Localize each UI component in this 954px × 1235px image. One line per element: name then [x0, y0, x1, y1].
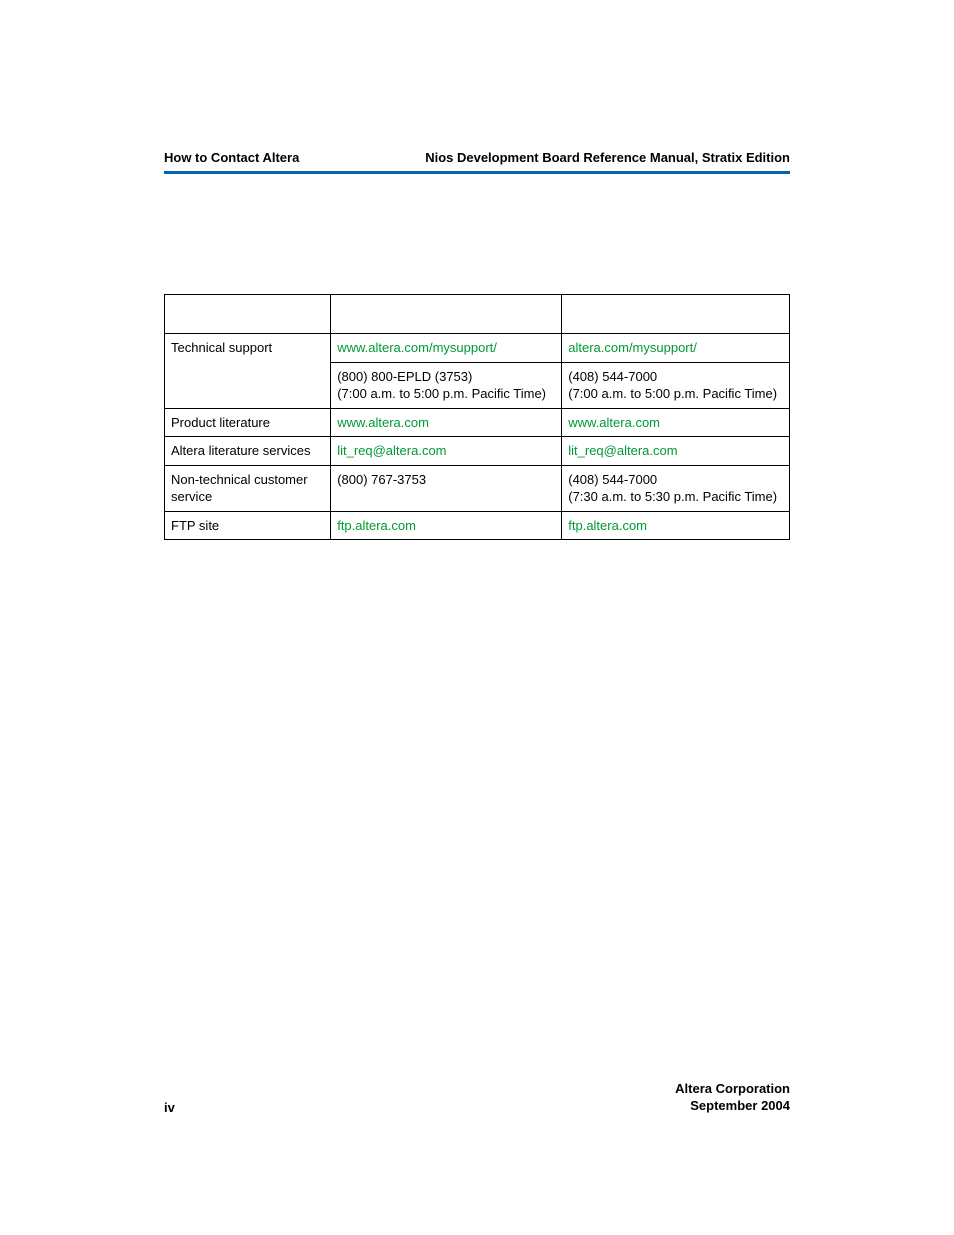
header-section-title: How to Contact Altera [164, 150, 299, 165]
link-mysupport-short[interactable]: altera.com/mysupport/ [568, 340, 697, 355]
link-litreq-2[interactable]: lit_req@altera.com [568, 443, 677, 458]
cell-label-line2: service [171, 489, 212, 504]
cell-value: lit_req@altera.com [331, 437, 562, 466]
cell-label-empty [165, 362, 331, 408]
cell-value: www.altera.com [331, 408, 562, 437]
cell-label: Altera literature services [165, 437, 331, 466]
cell-label-line1: Non-technical customer [171, 472, 308, 487]
footer-company: Altera Corporation [675, 1081, 790, 1096]
cell-value: www.altera.com/mysupport/ [331, 334, 562, 363]
table-row: Non-technical customer service (800) 767… [165, 465, 790, 511]
cell-label: Technical support [165, 334, 331, 363]
footer-date: September 2004 [690, 1098, 790, 1113]
phone-intl: (408) 544-7000 [568, 369, 657, 384]
table-row: FTP site ftp.altera.com ftp.altera.com [165, 511, 790, 540]
cell-value: (408) 544-7000 (7:00 a.m. to 5:00 p.m. P… [562, 362, 790, 408]
link-altera-1[interactable]: www.altera.com [337, 415, 429, 430]
phone-hours: (7:00 a.m. to 5:00 p.m. Pacific Time) [568, 386, 777, 401]
table-header-row [165, 295, 790, 334]
cell-value: ftp.altera.com [562, 511, 790, 540]
cell-value: (800) 800-EPLD (3753) (7:00 a.m. to 5:00… [331, 362, 562, 408]
phone-hours: (7:30 a.m. to 5:30 p.m. Pacific Time) [568, 489, 777, 504]
link-litreq-1[interactable]: lit_req@altera.com [337, 443, 446, 458]
link-mysupport-full[interactable]: www.altera.com/mysupport/ [337, 340, 497, 355]
cell-label: Non-technical customer service [165, 465, 331, 511]
page-footer: iv Altera Corporation September 2004 [164, 1080, 790, 1115]
link-ftp-2[interactable]: ftp.altera.com [568, 518, 647, 533]
cell-label: FTP site [165, 511, 331, 540]
cell-value: ftp.altera.com [331, 511, 562, 540]
table-row: (800) 800-EPLD (3753) (7:00 a.m. to 5:00… [165, 362, 790, 408]
phone-intl: (408) 544-7000 [568, 472, 657, 487]
contact-table: Technical support www.altera.com/mysuppo… [164, 294, 790, 540]
link-ftp-1[interactable]: ftp.altera.com [337, 518, 416, 533]
page-number: iv [164, 1100, 175, 1115]
cell-label: Product literature [165, 408, 331, 437]
table-row: Product literature www.altera.com www.al… [165, 408, 790, 437]
phone-hours: (7:00 a.m. to 5:00 p.m. Pacific Time) [337, 386, 546, 401]
table-row: Technical support www.altera.com/mysuppo… [165, 334, 790, 363]
cell-value: (800) 767-3753 [331, 465, 562, 511]
header-doc-title: Nios Development Board Reference Manual,… [425, 150, 790, 165]
page-header: How to Contact Altera Nios Development B… [164, 150, 790, 174]
cell-value: www.altera.com [562, 408, 790, 437]
phone-us: (800) 800-EPLD (3753) [337, 369, 472, 384]
cell-value: lit_req@altera.com [562, 437, 790, 466]
table-row: Altera literature services lit_req@alter… [165, 437, 790, 466]
cell-value: (408) 544-7000 (7:30 a.m. to 5:30 p.m. P… [562, 465, 790, 511]
link-altera-2[interactable]: www.altera.com [568, 415, 660, 430]
cell-value: altera.com/mysupport/ [562, 334, 790, 363]
